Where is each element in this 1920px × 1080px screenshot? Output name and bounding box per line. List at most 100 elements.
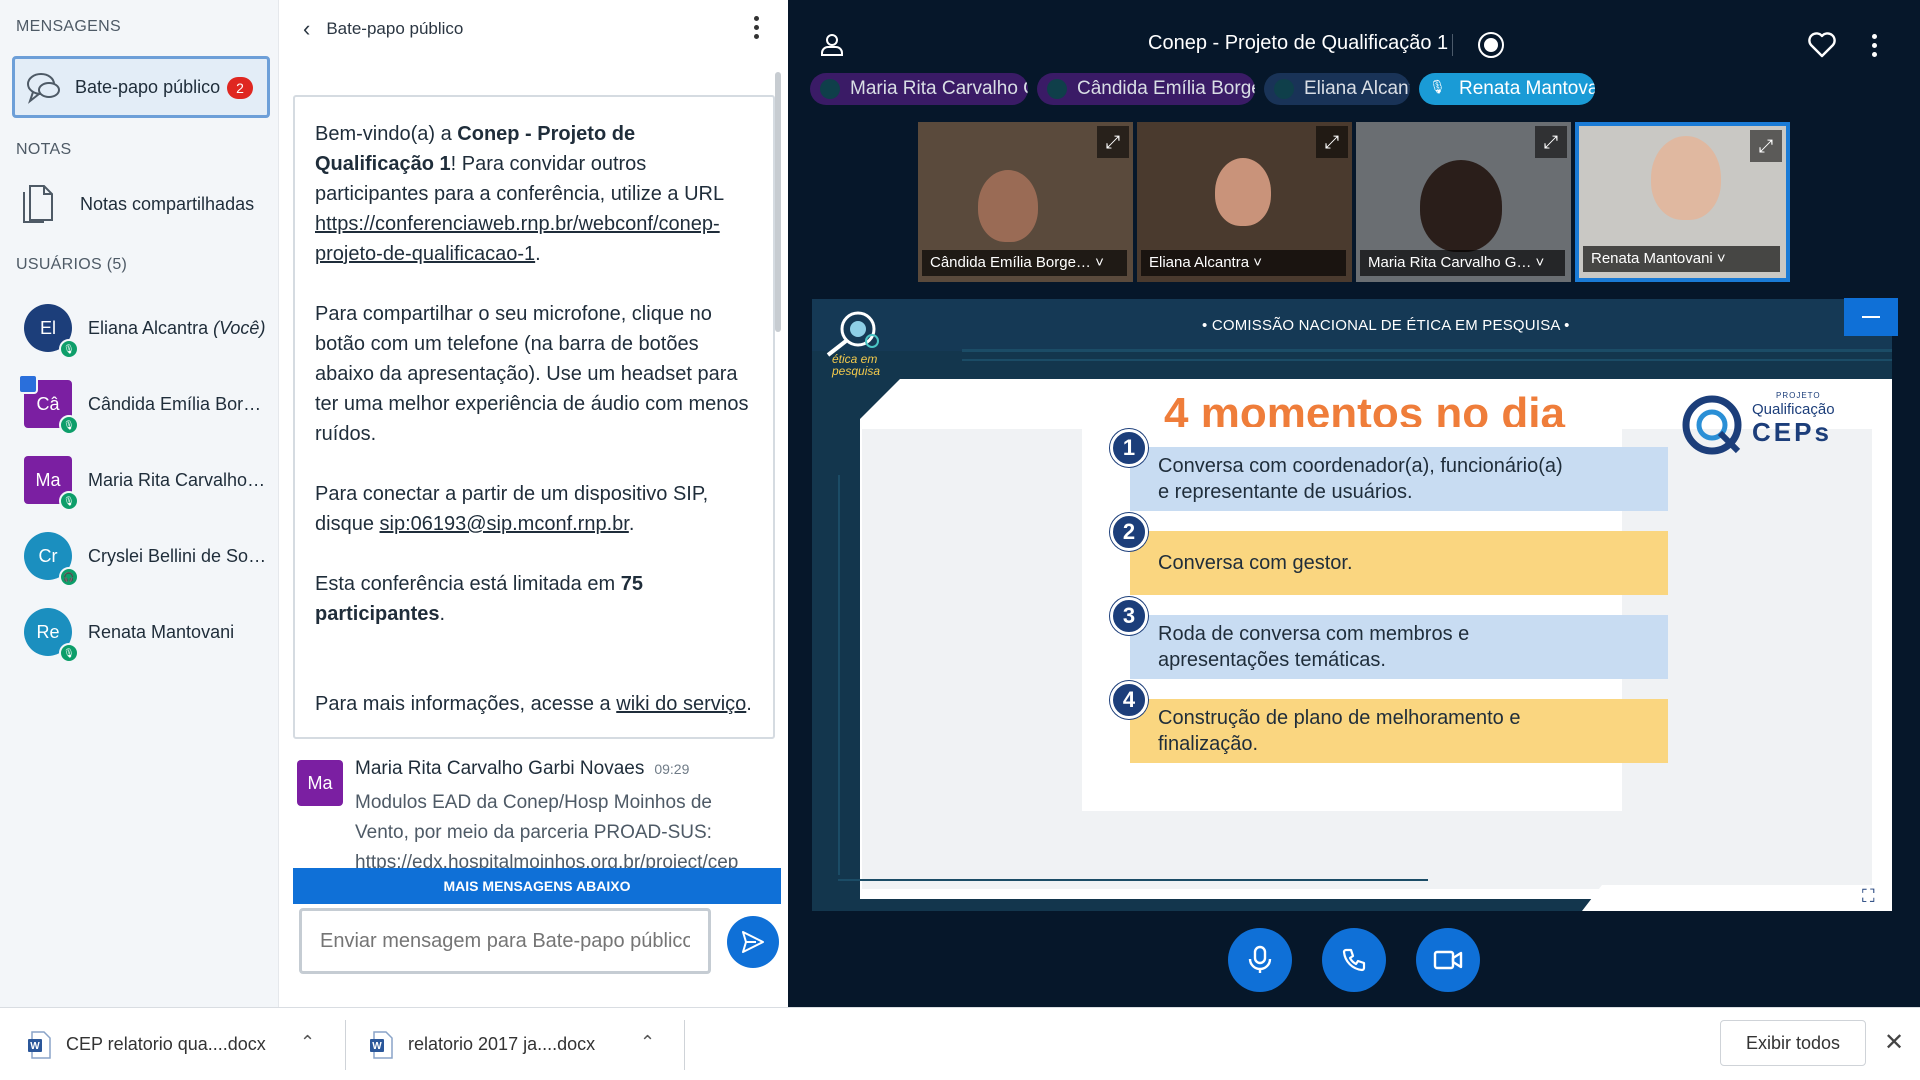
chevron-down-icon[interactable]: ˅ [1531, 254, 1545, 271]
chevron-down-icon[interactable]: ˅ [1091, 254, 1104, 271]
muted-indicator-icon [1274, 79, 1294, 99]
message-body: Modulos EAD da Conep/Hosp Moinhos de Ven… [355, 788, 767, 868]
video-name-text: Maria Rita Carvalho G… [1368, 254, 1532, 271]
video-name-label[interactable]: Eliana Alcantra ˅ [1141, 250, 1346, 276]
heart-icon[interactable] [1808, 32, 1836, 58]
user-icon[interactable] [820, 32, 844, 56]
shared-notes-item[interactable]: Notas compartilhadas [22, 184, 254, 224]
download-filename: relatorio 2017 ja....docx [408, 1034, 596, 1054]
talking-indicators: Maria Rita Carvalho G… Cândida Emília Bor… [810, 73, 1595, 105]
participant-video [1651, 136, 1721, 220]
user-list-item[interactable]: Câ 🎙 Cândida Emília Borg… [18, 374, 274, 435]
phone-button[interactable] [1322, 928, 1386, 992]
show-all-button[interactable]: Exibir todos [1720, 1020, 1866, 1066]
talker-name: Maria Rita Carvalho G… [850, 78, 1028, 99]
slide-step: Conversa com coordenador(a), funcionário… [1130, 447, 1668, 511]
chat-title: Bate-papo público [326, 19, 464, 38]
video-name-label[interactable]: Cândida Emília Borge… ˅ [922, 250, 1127, 276]
chat-scrollbar[interactable] [775, 72, 781, 332]
svg-text:W: W [372, 1041, 382, 1052]
welcome-message: Bem-vindo(a) a Conep - Projeto de Qualif… [293, 95, 775, 739]
step-number: 1 [1110, 429, 1148, 467]
presentation-slide: • COMISSÃO NACIONAL DE ÉTICA EM PESQUISA… [812, 299, 1892, 911]
user-name-text: Renata Mantovani [88, 621, 235, 642]
word-document-icon: W [370, 1030, 393, 1059]
user-list-item[interactable]: Cr 🎧 Cryslei Bellini de So… [24, 530, 274, 587]
phone-icon [1342, 948, 1366, 972]
microphone-icon: 🎙 [1429, 79, 1446, 94]
microphone-icon: 🎙 [59, 643, 79, 663]
video-tile[interactable]: ⤢ Maria Rita Carvalho G… ˅ [1356, 122, 1571, 282]
chat-header[interactable]: ‹ Bate-papo público [303, 16, 463, 42]
chevron-up-icon[interactable]: ⌃ [640, 1032, 655, 1053]
message-text: Modulos EAD da Conep/Hosp Moinhos de Ven… [355, 792, 712, 843]
wiki-link[interactable]: wiki do serviço [616, 693, 746, 715]
user-list-item[interactable]: Ma 🎙 Maria Rita Carvalho … [24, 454, 274, 511]
public-chat-item[interactable]: Bate-papo público 2 [12, 56, 270, 118]
send-button[interactable] [727, 916, 779, 968]
fullscreen-icon[interactable]: ⛶ [1862, 885, 1888, 907]
download-item[interactable]: W relatorio 2017 ja....docx [370, 1008, 595, 1080]
user-name: Cryslei Bellini de So… [88, 546, 268, 567]
step-text: Construção de plano de melhoramento e fi… [1158, 707, 1521, 755]
unread-badge: 2 [227, 77, 253, 99]
video-name-text: Cândida Emília Borge… [930, 254, 1091, 271]
welcome-text: Bem-vindo(a) a [315, 123, 458, 145]
user-name-text: Maria Rita Carvalho … [88, 469, 268, 490]
divider [1452, 34, 1453, 56]
chevron-left-icon[interactable]: ‹ [303, 16, 310, 42]
messages-section-title: MENSAGENS [16, 18, 121, 35]
message-link[interactable]: https://edx.hospitalmoinhos.org.br/proje… [355, 852, 738, 868]
info-text: . [746, 693, 752, 715]
user-name: Eliana Alcantra (Você) [88, 318, 268, 339]
video-name-label[interactable]: Maria Rita Carvalho G… ˅ [1360, 250, 1565, 276]
fullscreen-icon[interactable]: ⤢ [1535, 126, 1567, 158]
download-bar: W CEP relatorio qua....docx ⌃ W relatori… [0, 1007, 1920, 1080]
main-media-area: Conep - Projeto de Qualificação 1 Maria … [788, 0, 1920, 1007]
camera-button[interactable] [1416, 928, 1480, 992]
public-chat-label: Bate-papo público [75, 76, 221, 97]
avatar: El 🎙 [24, 304, 79, 359]
talking-indicator[interactable]: Cândida Emília Borge… [1037, 73, 1255, 105]
muted-indicator-icon [1047, 79, 1067, 99]
talking-indicator[interactable]: 🎙 Renata Mantovani [1419, 73, 1595, 105]
shared-notes-label: Notas compartilhadas [80, 193, 255, 214]
talking-indicator[interactable]: Eliana Alcantra [1264, 73, 1410, 105]
top-bar: Conep - Projeto de Qualificação 1 [788, 0, 1920, 70]
chevron-down-icon[interactable]: ˅ [1713, 250, 1726, 267]
minimize-presentation-button[interactable] [1844, 298, 1898, 336]
user-list-item[interactable]: El 🎙 Eliana Alcantra (Você) [24, 302, 274, 359]
fullscreen-icon[interactable]: ⤢ [1097, 126, 1129, 158]
video-tile[interactable]: ⤢ Renata Mantovani ˅ [1575, 122, 1790, 282]
microphone-icon: 🎙 [59, 491, 79, 511]
user-list-item[interactable]: Re 🎙 Renata Mantovani [24, 606, 274, 663]
partner-logos [1582, 885, 1892, 911]
microphone-button[interactable] [1228, 928, 1292, 992]
divider [345, 1020, 346, 1070]
video-name-label[interactable]: Renata Mantovani ˅ [1583, 246, 1780, 272]
talking-indicator[interactable]: Maria Rita Carvalho G… [810, 73, 1028, 105]
video-tile[interactable]: ⤢ Cândida Emília Borge… ˅ [918, 122, 1133, 282]
limit-text: Esta conferência está limitada em [315, 573, 621, 595]
step-text: Roda de conversa com membros e apresenta… [1158, 623, 1470, 671]
welcome-text: . [535, 243, 541, 265]
conference-url-link[interactable]: https://conferenciaweb.rnp.br/webconf/co… [315, 213, 720, 265]
fullscreen-icon[interactable]: ⤢ [1750, 130, 1782, 162]
video-tile[interactable]: ⤢ Eliana Alcantra ˅ [1137, 122, 1352, 282]
record-icon[interactable] [1478, 32, 1504, 58]
more-messages-button[interactable]: MAIS MENSAGENS ABAIXO [293, 868, 781, 904]
user-list-panel: MENSAGENS Bate-papo público 2 NOTAS Nota… [0, 0, 278, 1007]
chat-message-input[interactable] [299, 908, 711, 974]
sip-link[interactable]: sip:06193@sip.mconf.rnp.br [380, 513, 629, 535]
divider [684, 1020, 685, 1070]
participant-video [1420, 160, 1502, 252]
close-icon[interactable]: ✕ [1884, 1028, 1904, 1057]
users-section-title: USUÁRIOS (5) [16, 256, 128, 273]
download-item[interactable]: W CEP relatorio qua....docx [28, 1008, 266, 1080]
word-document-icon: W [28, 1030, 51, 1059]
chevron-up-icon[interactable]: ⌃ [300, 1032, 315, 1053]
fullscreen-icon[interactable]: ⤢ [1316, 126, 1348, 158]
options-icon[interactable] [1872, 34, 1878, 57]
chat-options-icon[interactable] [754, 16, 760, 39]
chevron-down-icon[interactable]: ˅ [1249, 254, 1262, 271]
